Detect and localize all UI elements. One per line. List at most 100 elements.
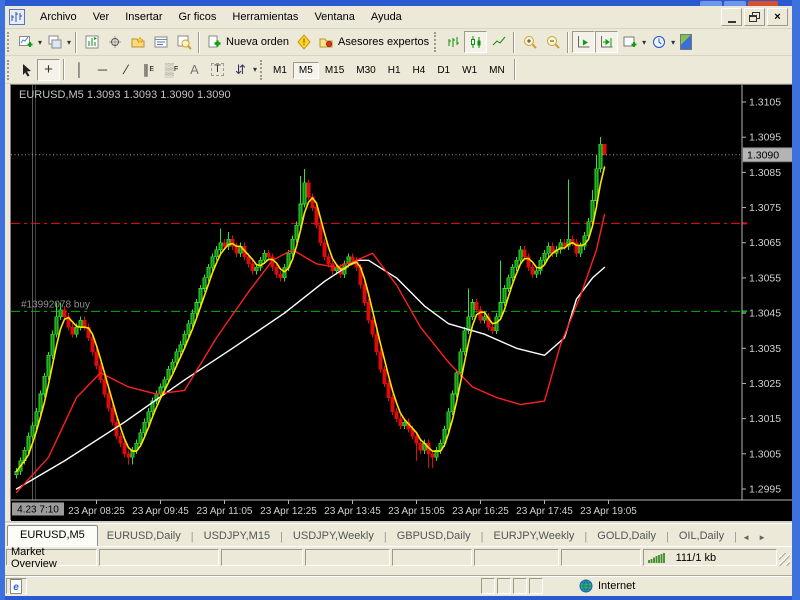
timeframe-button-h1[interactable]: H1 <box>382 62 407 79</box>
status-empty-pane <box>99 549 219 566</box>
bar-chart-button[interactable] <box>441 31 464 53</box>
timeframe-button-m30[interactable]: M30 <box>350 62 381 79</box>
mdi-minimize-button[interactable] <box>721 8 742 26</box>
cursor-button[interactable] <box>14 59 37 81</box>
app-logo-icon <box>8 8 26 26</box>
ohlc-readout: EURUSD,M5 1.3093 1.3093 1.3090 1.3090 <box>19 89 231 101</box>
periods-dropdown[interactable]: ▾ <box>670 38 676 47</box>
menu-item-insertar[interactable]: Insertar <box>117 8 170 26</box>
chart-tabs: EURUSD,M5EURUSD,Daily|USDJPY,M15|USDJPY,… <box>5 525 738 546</box>
chart-tab-gold-daily[interactable]: GOLD,Daily <box>588 527 665 546</box>
vertical-line-button[interactable]: │ <box>68 59 91 81</box>
traffic-pane: 111/1 kb <box>643 549 777 566</box>
mdi-close-button[interactable]: × <box>767 8 788 26</box>
toolbar-separator <box>63 59 65 80</box>
price-chart[interactable]: #13992078 buy1.31051.30951.30851.30751.3… <box>11 85 794 521</box>
status-empty-pane <box>392 549 472 566</box>
ie-status-mini-pane <box>529 578 543 594</box>
zoom-out-button[interactable] <box>541 31 564 53</box>
timeframe-button-h4[interactable]: H4 <box>407 62 432 79</box>
resize-grip[interactable] <box>779 553 791 566</box>
profiles-dropdown[interactable]: ▾ <box>66 38 72 47</box>
time-tick-label: 23 Apr 17:45 <box>516 506 573 517</box>
text-label-button[interactable]: T <box>206 59 229 81</box>
chart-tab-eurusd-m5[interactable]: EURUSD,M5 <box>7 525 98 546</box>
chart-tab-oil-daily[interactable]: OIL,Daily <box>670 527 733 546</box>
chart-tab-eurusd-daily[interactable]: EURUSD,Daily <box>98 527 190 546</box>
price-tick-label: 1.2995 <box>749 484 781 496</box>
chart-tab-usdjpy-m15[interactable]: USDJPY,M15 <box>195 527 279 546</box>
status-empty-pane <box>305 549 390 566</box>
timeframe-button-m5[interactable]: M5 <box>293 62 319 79</box>
toolbar-drag-handle[interactable] <box>260 60 264 80</box>
line-chart-button[interactable] <box>487 31 510 53</box>
toolbar-separator <box>75 32 77 53</box>
price-tick-label: 1.3105 <box>749 97 781 109</box>
strategy-tester-button[interactable] <box>172 31 195 53</box>
terminal-button[interactable] <box>149 31 172 53</box>
time-tick-label: 23 Apr 19:05 <box>580 506 637 517</box>
chart-window: #13992078 buy1.31051.30951.30851.30751.3… <box>10 84 793 520</box>
market-watch-button[interactable] <box>80 31 103 53</box>
zoom-in-button[interactable] <box>518 31 541 53</box>
new-order-button[interactable]: Nueva orden <box>203 31 292 53</box>
equidistant-channel-button[interactable]: ∥E <box>137 59 160 81</box>
horizontal-line-button[interactable]: ─ <box>91 59 114 81</box>
indicators-icon[interactable] <box>680 34 692 50</box>
timeframe-button-w1[interactable]: W1 <box>456 62 483 79</box>
menu-item-ventana[interactable]: Ventana <box>306 8 362 26</box>
chart-tab-eurjpy-weekly[interactable]: EURJPY,Weekly <box>485 527 584 546</box>
metaeditor-button[interactable]: ! <box>292 31 315 53</box>
status-empty-pane <box>474 549 559 566</box>
crosshair-button[interactable]: + <box>37 59 60 81</box>
status-empty-panes <box>99 549 641 566</box>
close-button-top[interactable] <box>748 1 778 6</box>
ie-zone-text: Internet <box>598 580 635 592</box>
order-label: #13992078 buy <box>21 299 90 310</box>
profiles-button[interactable] <box>43 31 66 53</box>
price-tick-label: 1.3055 <box>749 272 781 284</box>
menu-item-ayuda[interactable]: Ayuda <box>363 8 410 26</box>
menu-item-gr-ficos[interactable]: Gr ficos <box>171 8 225 26</box>
timeframe-buttons: M1M5M15M30H1H4D1W1MN <box>267 64 511 76</box>
chart-tab-gbpusd-daily[interactable]: GBPUSD,Daily <box>388 527 480 546</box>
ie-status-main-pane <box>29 578 479 594</box>
arrows-tool-dropdown[interactable]: ▾ <box>252 65 258 74</box>
timeframe-button-mn[interactable]: MN <box>483 62 511 79</box>
timeframe-button-d1[interactable]: D1 <box>431 62 456 79</box>
ie-right-border[interactable] <box>792 0 800 600</box>
time-tick-label: 23 Apr 15:05 <box>388 506 445 517</box>
maximize-button-top[interactable] <box>724 1 746 6</box>
status-empty-pane <box>561 549 641 566</box>
chart-shift-button[interactable] <box>595 31 618 53</box>
fibonacci-button[interactable]: ▒F <box>160 59 183 81</box>
tab-divider: | <box>733 528 738 546</box>
navigator-button[interactable] <box>126 31 149 53</box>
menu-item-archivo[interactable]: Archivo <box>32 8 85 26</box>
minimize-button-top[interactable] <box>700 1 722 6</box>
time-tick-label: 23 Apr 08:25 <box>68 506 125 517</box>
tab-prev-arrow[interactable]: ◄ <box>742 533 758 542</box>
auto-scroll-button[interactable] <box>572 31 595 53</box>
mdi-restore-button[interactable] <box>744 8 765 26</box>
expert-advisors-button[interactable]: Asesores expertos <box>315 31 432 53</box>
toolbar-drag-handle[interactable] <box>434 32 438 52</box>
timeframe-button-m15[interactable]: M15 <box>319 62 350 79</box>
toolbar-drag-handle[interactable] <box>7 60 11 80</box>
candlestick-chart-button[interactable] <box>464 31 487 53</box>
trendline-button[interactable]: / <box>114 59 137 81</box>
ie-status-mini-pane <box>513 578 527 594</box>
tab-next-arrow[interactable]: ► <box>758 533 774 542</box>
timeframe-button-m1[interactable]: M1 <box>267 62 293 79</box>
arrows-tool-button[interactable]: ⇵ <box>229 59 252 81</box>
chart-tab-usdjpy-weekly[interactable]: USDJPY,Weekly <box>284 527 383 546</box>
menu-item-herramientas[interactable]: Herramientas <box>224 8 306 26</box>
new-chart-button[interactable] <box>14 31 37 53</box>
traffic-text: 111/1 kb <box>676 552 717 564</box>
data-window-button[interactable] <box>103 31 126 53</box>
templates-button[interactable] <box>618 31 641 53</box>
periods-button[interactable] <box>647 31 670 53</box>
text-button[interactable]: A <box>183 59 206 81</box>
toolbar-drag-handle[interactable] <box>7 32 11 52</box>
menu-item-ver[interactable]: Ver <box>85 8 118 26</box>
